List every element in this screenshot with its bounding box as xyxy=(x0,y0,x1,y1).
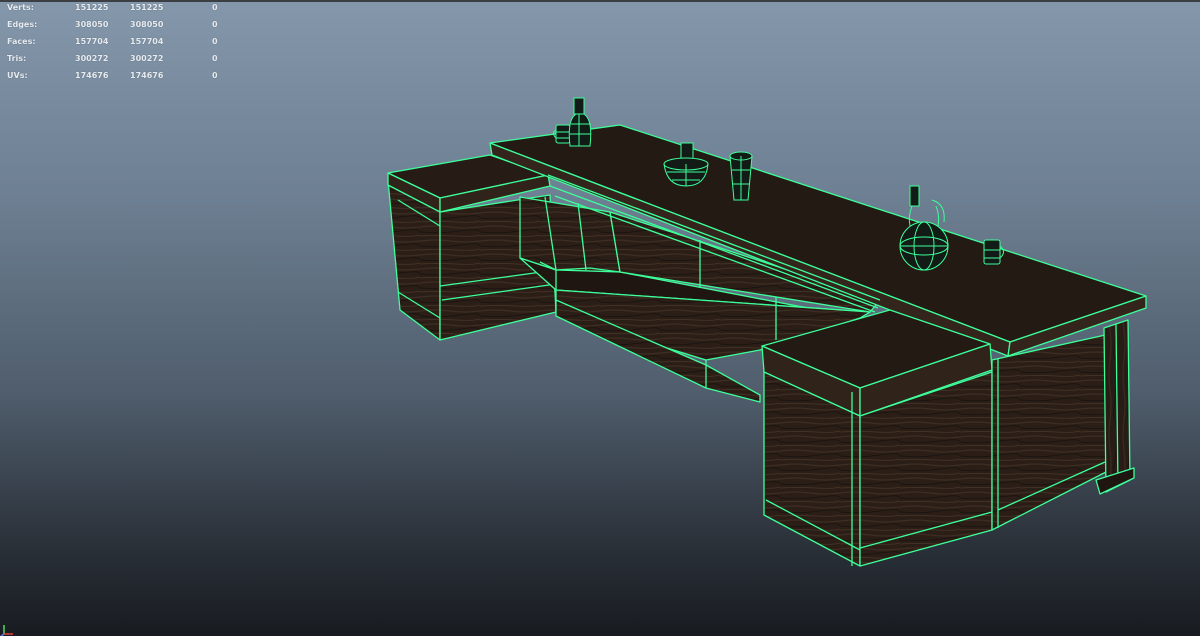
hud-row-verts: Verts: 151225 151225 0 xyxy=(7,3,237,20)
hud-row-faces: Faces: 157704 157704 0 xyxy=(7,37,237,54)
inner-recess-back xyxy=(519,196,621,273)
hud-label: Tris: xyxy=(7,54,27,63)
bottle-icon[interactable] xyxy=(568,97,592,147)
hud-label: Edges: xyxy=(7,20,38,29)
hud-value: 308050 xyxy=(75,20,109,29)
hud-label: UVs: xyxy=(7,71,28,80)
hud-row-edges: Edges: 308050 308050 0 xyxy=(7,20,237,37)
hud-value: 174676 xyxy=(130,71,164,80)
hud-value: 157704 xyxy=(75,37,109,46)
hud-value: 0 xyxy=(212,20,218,29)
hud-value: 300272 xyxy=(75,54,109,63)
mug-icon[interactable] xyxy=(553,124,571,144)
3d-viewport[interactable] xyxy=(0,0,1200,636)
hud-value: 300272 xyxy=(130,54,164,63)
glass-icon[interactable] xyxy=(729,151,753,201)
hud-value: 0 xyxy=(212,3,218,12)
hud-value: 0 xyxy=(212,54,218,63)
rear-cabinet-front xyxy=(991,333,1111,531)
hud-value: 174676 xyxy=(75,71,109,80)
axis-gizmo-icon xyxy=(0,625,13,636)
hud-value: 151225 xyxy=(75,3,109,12)
hud-row-tris: Tris: 300272 300272 0 xyxy=(7,54,237,71)
hud-value: 0 xyxy=(212,71,218,80)
hud-row-uvs: UVs: 174676 174676 0 xyxy=(7,71,237,88)
bar-counter-model[interactable] xyxy=(387,124,1147,567)
hud-value: 308050 xyxy=(130,20,164,29)
hud-label: Faces: xyxy=(7,37,36,46)
hud-label: Verts: xyxy=(7,3,34,12)
hud-value: 157704 xyxy=(130,37,164,46)
hud-value: 0 xyxy=(212,37,218,46)
hud-value: 151225 xyxy=(130,3,164,12)
poly-count-hud: Verts: 151225 151225 0 Edges: 308050 308… xyxy=(7,3,237,88)
